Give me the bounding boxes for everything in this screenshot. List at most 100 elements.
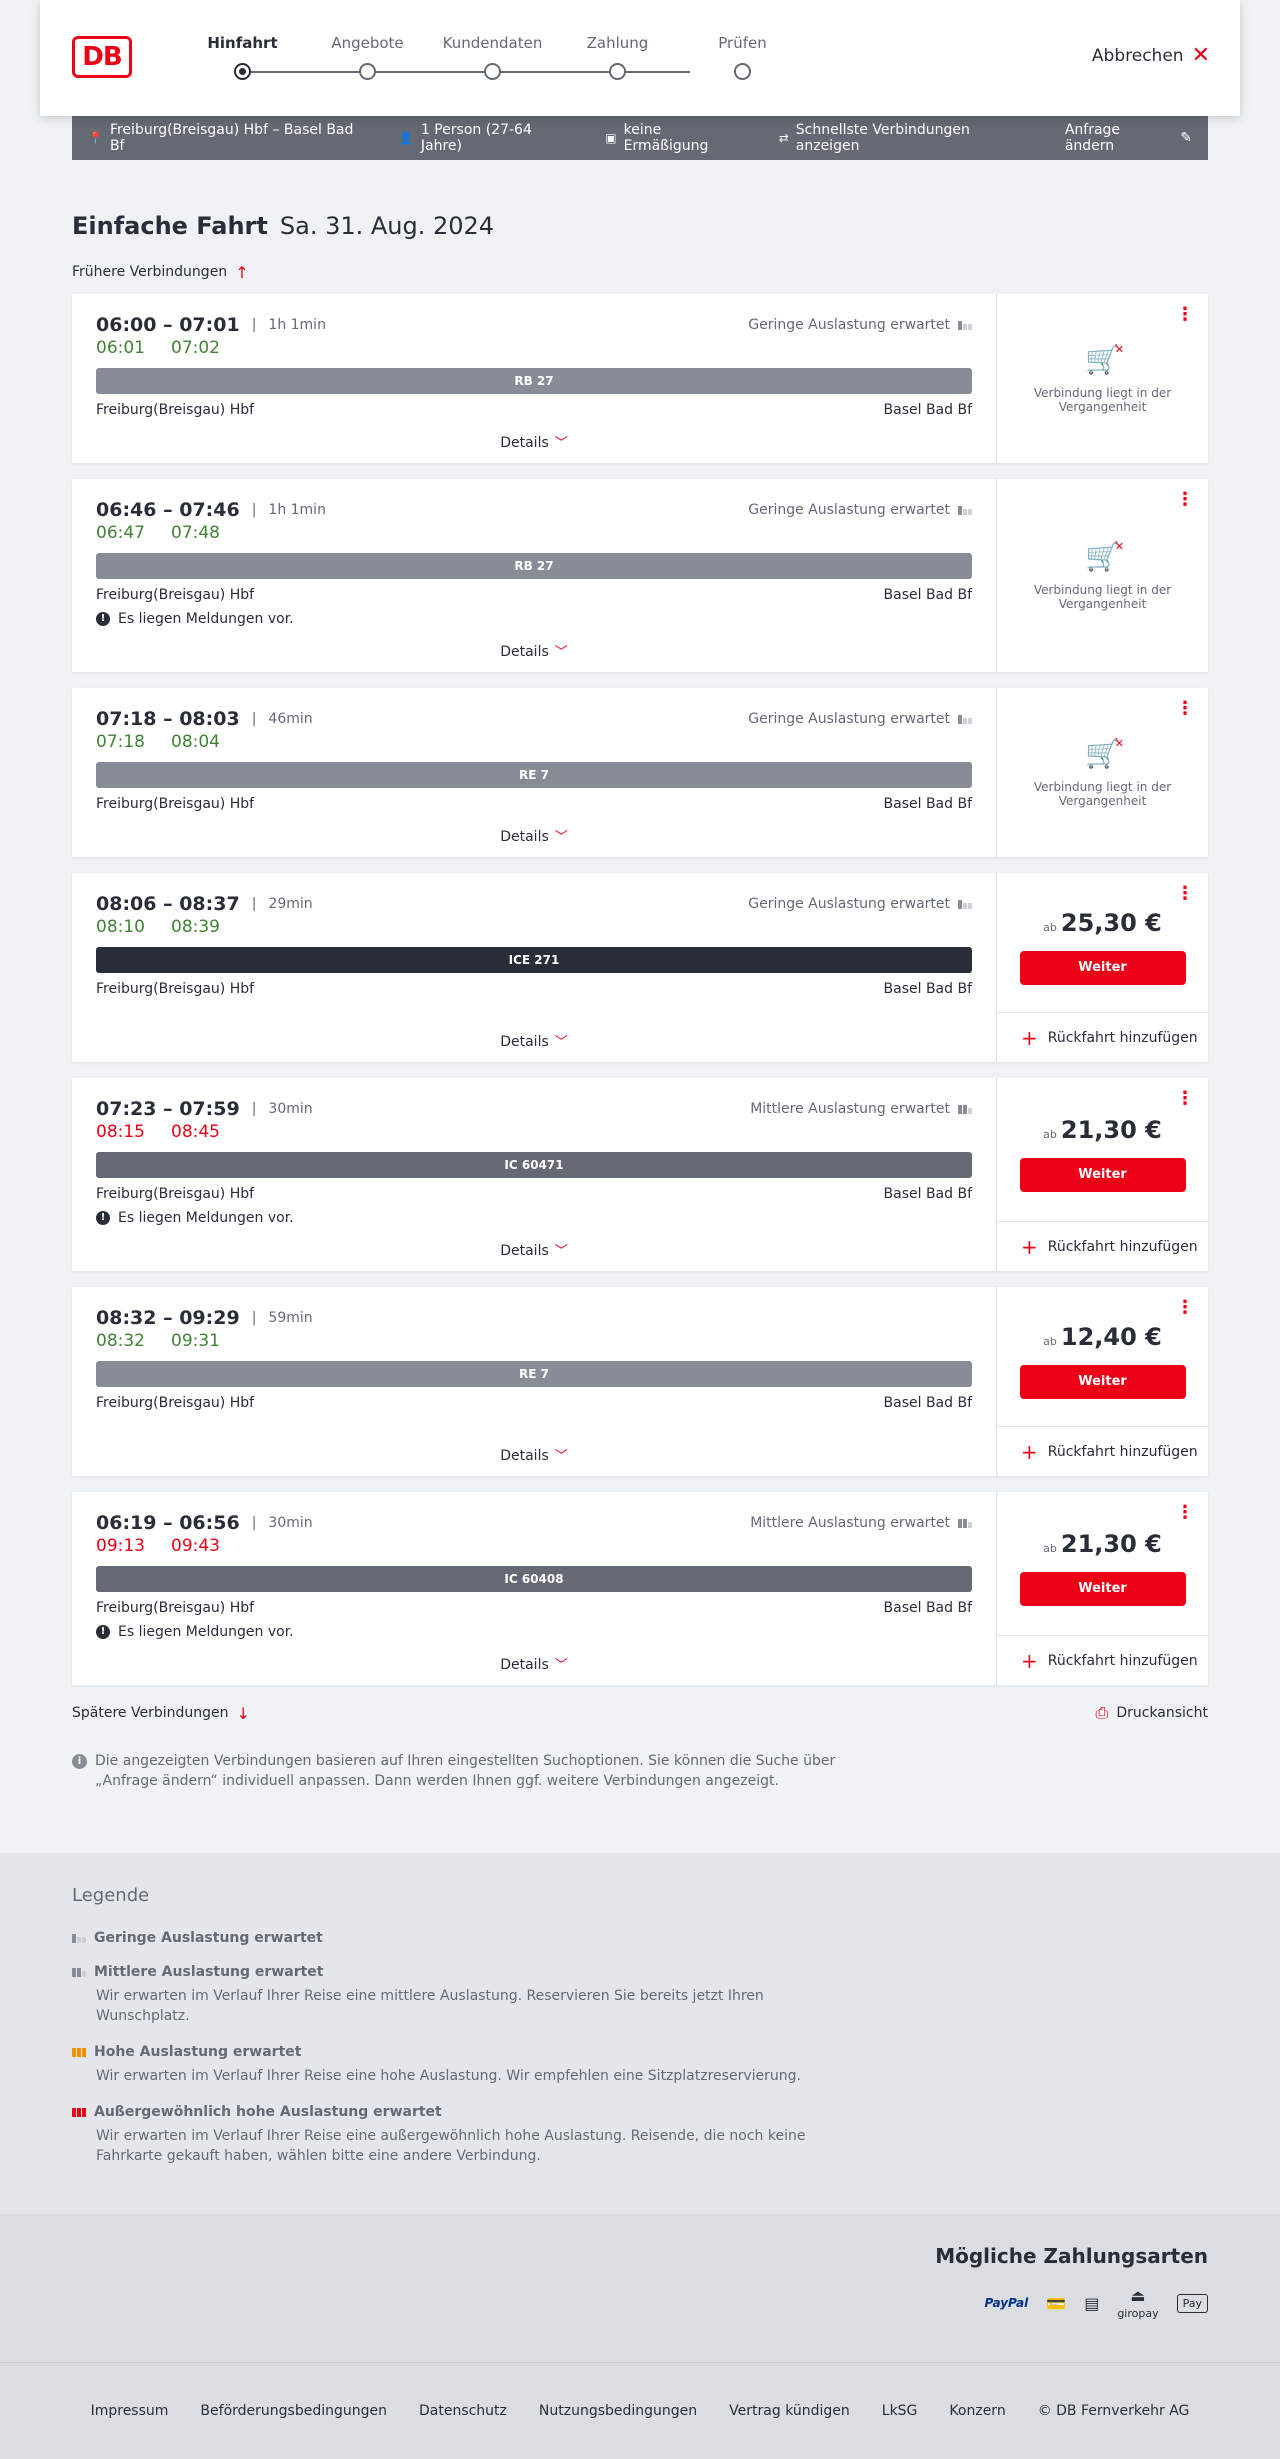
bahncard-icon: ▣ bbox=[605, 131, 617, 145]
step-dot bbox=[734, 63, 751, 80]
connection-card: 06:00 – 07:01 | 1h 1min Geringe Auslastu… bbox=[72, 294, 1208, 463]
chevron-down-icon: ﹀ bbox=[554, 645, 568, 660]
train-bar[interactable]: RB 27 bbox=[96, 553, 972, 579]
realtime-arrival: 09:43 bbox=[171, 1536, 220, 1556]
load-label: Mittlere Auslastung erwartet bbox=[750, 1101, 950, 1117]
occupancy-high-icon bbox=[72, 2047, 86, 2057]
db-logo[interactable]: DB bbox=[72, 36, 132, 78]
details-toggle[interactable]: Details ﹀ bbox=[96, 432, 972, 451]
more-options-icon[interactable]: ⋮ bbox=[1176, 306, 1194, 324]
info-text: Die angezeigten Verbindungen basieren au… bbox=[95, 1753, 836, 1789]
more-options-icon[interactable]: ⋮ bbox=[1176, 885, 1194, 903]
duration: 29min bbox=[268, 896, 313, 912]
step-kundendaten[interactable]: Kundendaten bbox=[430, 34, 555, 80]
legend-item: Mittlere Auslastung erwartet Wir erwarte… bbox=[72, 1964, 1208, 2026]
add-return-trip-button[interactable]: + Rückfahrt hinzufügen bbox=[997, 1426, 1208, 1476]
route-info: 📍 Freiburg(Breisgau) Hbf – Basel Bad Bf bbox=[88, 122, 369, 154]
details-toggle[interactable]: Details ﹀ bbox=[96, 1654, 972, 1673]
details-label: Details bbox=[500, 435, 549, 451]
legend-item-text: Wir erwarten im Verlauf Ihrer Reise eine… bbox=[96, 1988, 764, 2024]
step-angebote[interactable]: Angebote bbox=[305, 34, 430, 80]
load-label: Mittlere Auslastung erwartet bbox=[750, 1515, 950, 1531]
scheduled-times: 06:00 – 07:01 bbox=[96, 314, 240, 336]
apple-pay-icon: Pay bbox=[1176, 2293, 1208, 2313]
add-return-label: Rückfahrt hinzufügen bbox=[1047, 1443, 1198, 1460]
past-connection-text: Verbindung liegt in der Vergangenheit bbox=[1033, 583, 1172, 611]
more-options-icon[interactable]: ⋮ bbox=[1176, 1299, 1194, 1317]
footer-copyright: © DB Fernverkehr AG bbox=[1037, 2403, 1190, 2419]
continue-button[interactable]: Weiter bbox=[1019, 1157, 1186, 1192]
location-pin-icon: 📍 bbox=[88, 131, 103, 145]
legend-title: Legende bbox=[72, 1885, 150, 1906]
footer-link-lksg[interactable]: LkSG bbox=[882, 2403, 918, 2419]
past-connection-text: Verbindung liegt in der Vergangenheit bbox=[1033, 386, 1172, 414]
chevron-down-icon: ﹀ bbox=[554, 1449, 568, 1464]
plus-icon: + bbox=[1021, 1025, 1038, 1050]
more-options-icon[interactable]: ⋮ bbox=[1176, 1090, 1194, 1108]
legend-item-title: Geringe Auslastung erwartet bbox=[94, 1930, 323, 1946]
header: DB Hinfahrt Angebote Kundendaten Zahlung… bbox=[40, 0, 1240, 116]
chevron-down-icon: ﹀ bbox=[554, 830, 568, 845]
continue-button[interactable]: Weiter bbox=[1019, 1364, 1186, 1399]
legend-item-title: Hohe Auslastung erwartet bbox=[94, 2044, 302, 2060]
traveller-text: 1 Person (27-64 Jahre) bbox=[420, 122, 532, 154]
footer-link-datenschutz[interactable]: Datenschutz bbox=[419, 2403, 507, 2419]
scheduled-times: 07:18 – 08:03 bbox=[96, 708, 240, 730]
origin-station: Freiburg(Breisgau) Hbf bbox=[96, 587, 255, 603]
later-connections-link[interactable]: Spätere Verbindungen ↓ bbox=[72, 1703, 250, 1723]
print-view-link[interactable]: ⎙ Druckansicht bbox=[1096, 1703, 1208, 1723]
step-label: Prüfen bbox=[718, 34, 767, 52]
train-bar[interactable]: IC 60408 bbox=[96, 1566, 972, 1592]
load-label: Geringe Auslastung erwartet bbox=[748, 711, 950, 727]
duration: 1h 1min bbox=[268, 502, 326, 518]
details-toggle[interactable]: Details ﹀ bbox=[96, 1445, 972, 1464]
train-bar[interactable]: RB 27 bbox=[96, 368, 972, 394]
footer-link-vertrag-kuendigen[interactable]: Vertrag kündigen bbox=[729, 2403, 850, 2419]
credit-card-icon: 💳 bbox=[1046, 2293, 1067, 2313]
train-bar[interactable]: RE 7 bbox=[96, 1361, 972, 1387]
footer-link-nutzungsbedingungen[interactable]: Nutzungsbedingungen bbox=[539, 2403, 697, 2419]
page-title: Einfache Fahrt Sa. 31. Aug. 2024 bbox=[72, 212, 1208, 240]
price: ab 21,30 € bbox=[1043, 1530, 1162, 1558]
change-request-button[interactable]: Anfrage ändern ✎ bbox=[1065, 122, 1192, 154]
train-bar[interactable]: ICE 271 bbox=[96, 947, 972, 973]
train-bar[interactable]: RE 7 bbox=[96, 762, 972, 788]
realtime-arrival: 09:31 bbox=[171, 1331, 220, 1351]
realtime-departure: 08:10 bbox=[96, 917, 145, 937]
details-toggle[interactable]: Details ﹀ bbox=[96, 826, 972, 845]
step-pruefen[interactable]: Prüfen bbox=[680, 34, 805, 80]
giropay-icon: ⏏ giropay bbox=[1117, 2286, 1159, 2320]
add-return-trip-button[interactable]: + Rückfahrt hinzufügen bbox=[997, 1221, 1208, 1271]
footer-link-befoerderungsbedingungen[interactable]: Beförderungsbedingungen bbox=[200, 2403, 387, 2419]
details-toggle[interactable]: Details ﹀ bbox=[96, 1031, 972, 1050]
continue-button[interactable]: Weiter bbox=[1019, 1571, 1186, 1606]
cancel-button[interactable]: Abbrechen ✕ bbox=[1092, 45, 1210, 67]
details-toggle[interactable]: Details ﹀ bbox=[96, 1240, 972, 1259]
info-note: i Die angezeigten Verbindungen basieren … bbox=[72, 1751, 852, 1791]
footer-link-impressum[interactable]: Impressum bbox=[91, 2403, 169, 2419]
origin-station: Freiburg(Breisgau) Hbf bbox=[96, 402, 255, 418]
details-toggle[interactable]: Details ﹀ bbox=[96, 641, 972, 660]
destination-station: Basel Bad Bf bbox=[883, 1600, 972, 1616]
step-dot bbox=[484, 63, 501, 80]
step-hinfahrt[interactable]: Hinfahrt bbox=[180, 34, 305, 80]
realtime-departure: 06:01 bbox=[96, 338, 145, 358]
more-options-icon[interactable]: ⋮ bbox=[1176, 491, 1194, 509]
connection-card: 07:23 – 07:59 | 30min Mittlere Auslastun… bbox=[72, 1078, 1208, 1271]
step-zahlung[interactable]: Zahlung bbox=[555, 34, 680, 80]
earlier-connections-link[interactable]: Frühere Verbindungen ↑ bbox=[72, 262, 1208, 282]
more-options-icon[interactable]: ⋮ bbox=[1176, 700, 1194, 718]
continue-button[interactable]: Weiter bbox=[1019, 950, 1186, 985]
discount-text: keine Ermäßigung bbox=[623, 122, 709, 154]
add-return-trip-button[interactable]: + Rückfahrt hinzufügen bbox=[997, 1012, 1208, 1062]
footer-link-konzern[interactable]: Konzern bbox=[949, 2403, 1005, 2419]
step-dot bbox=[234, 63, 251, 80]
load-info: Geringe Auslastung erwartet bbox=[748, 896, 972, 912]
arrow-down-icon: ↓ bbox=[236, 1703, 250, 1723]
add-return-trip-button[interactable]: + Rückfahrt hinzufügen bbox=[997, 1635, 1208, 1685]
occupancy-medium-icon bbox=[72, 1967, 86, 1977]
connection-card: 07:18 – 08:03 | 46min Geringe Auslastung… bbox=[72, 688, 1208, 857]
more-options-icon[interactable]: ⋮ bbox=[1176, 1504, 1194, 1522]
occupancy-medium-icon bbox=[958, 1518, 972, 1528]
train-bar[interactable]: IC 60471 bbox=[96, 1152, 972, 1178]
